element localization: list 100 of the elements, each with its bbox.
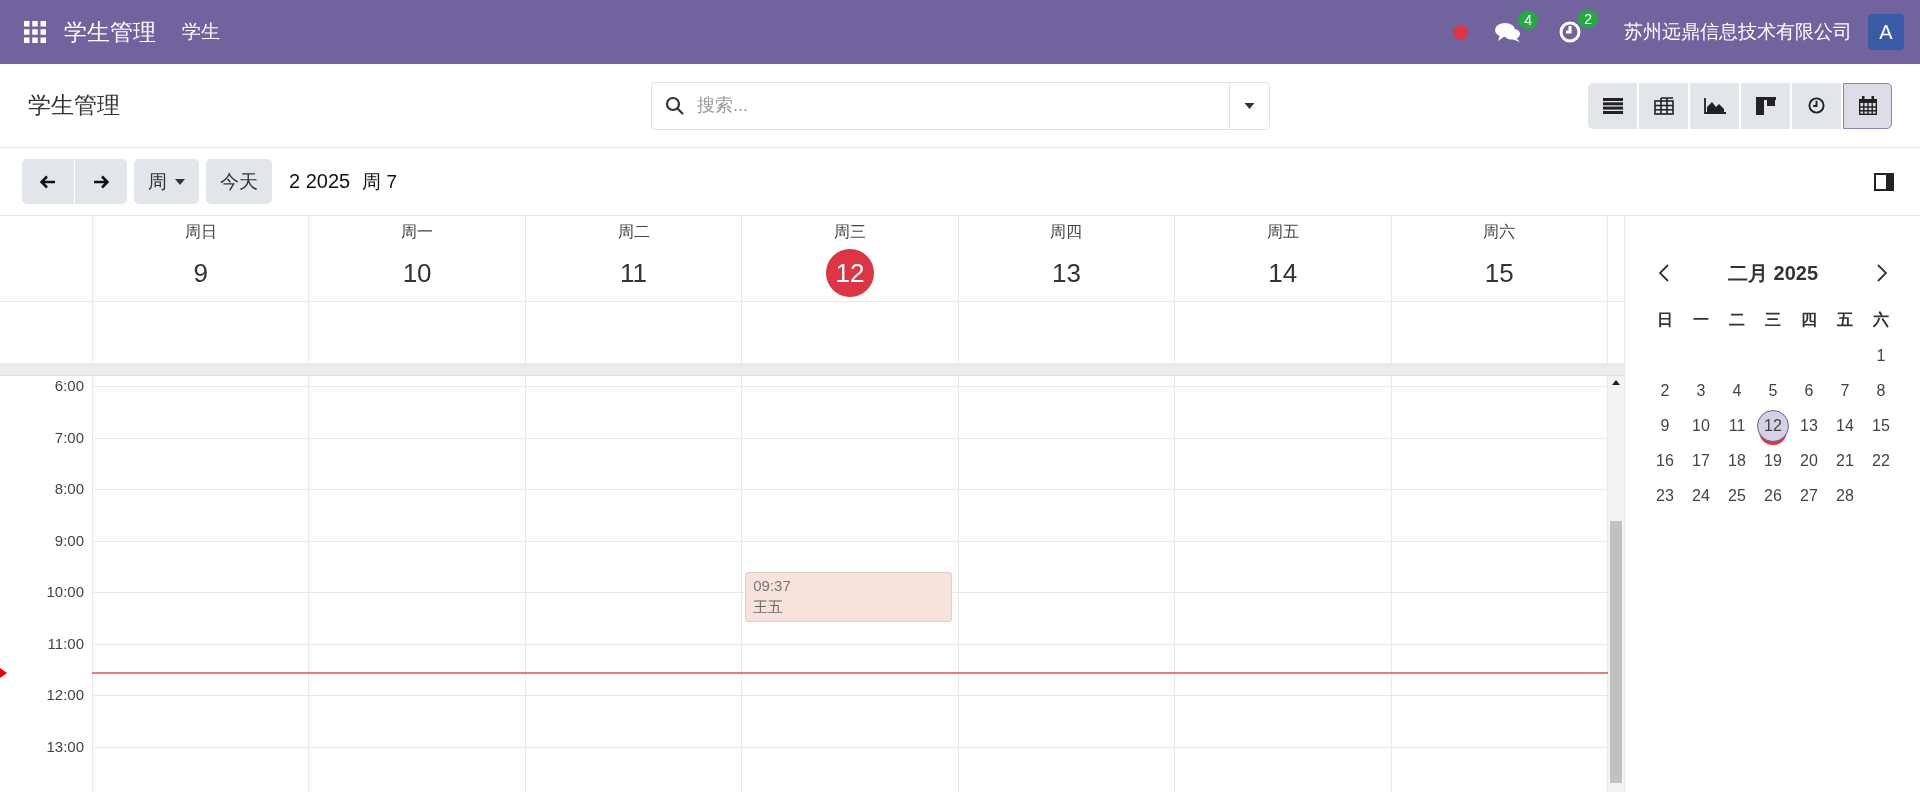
weekday-label: 周四 <box>1050 222 1083 242</box>
day-number: 9 <box>192 256 209 290</box>
calendar-day[interactable]: 13 <box>1793 409 1825 442</box>
area-chart-icon <box>1703 97 1726 114</box>
weekday-label: 周三 <box>833 222 866 242</box>
weekday-label: 周五 <box>1266 222 1299 242</box>
clock-icon <box>1808 97 1825 114</box>
calendar-day[interactable]: 18 <box>1721 444 1753 477</box>
search-field[interactable]: 搜索... <box>695 94 1229 117</box>
sidebar-toggle-icon[interactable] <box>1874 172 1894 191</box>
event-title: 王五 <box>753 598 784 618</box>
weekday-label: 周日 <box>184 222 217 242</box>
hour-label: 11:00 <box>47 634 84 652</box>
weekday-header: 日 <box>1656 310 1674 330</box>
previous-button[interactable] <box>22 159 74 204</box>
hour-label: 7:00 <box>54 428 84 446</box>
search-bar[interactable]: 搜索... <box>651 81 1270 130</box>
day-number: 11 <box>619 256 649 290</box>
calendar-event[interactable]: 09:37 王五 <box>745 572 952 623</box>
message-count-badge: 4 <box>1518 11 1538 29</box>
calendar-day[interactable]: 17 <box>1685 444 1717 477</box>
chat-icon[interactable] <box>1494 21 1522 43</box>
weekday-header: 四 <box>1800 310 1818 330</box>
company-name[interactable]: 苏州远鼎信息技术有限公司 <box>1624 19 1852 45</box>
day-number: 10 <box>401 256 433 290</box>
apps-menu-icon[interactable] <box>24 21 46 43</box>
activity-count-badge: 2 <box>1578 10 1598 28</box>
calendar-day[interactable]: 6 <box>1793 374 1825 407</box>
caret-icon <box>175 178 185 185</box>
clock-icon[interactable] <box>1558 20 1582 44</box>
weekday-header: 三 <box>1764 310 1782 330</box>
calendar-day[interactable]: 20 <box>1793 444 1825 477</box>
date-range: 2 2025 <box>289 170 351 193</box>
hour-label: 8:00 <box>54 480 84 497</box>
search-icon <box>665 95 685 116</box>
weekday-header: 六 <box>1872 310 1890 330</box>
weekday-header: 五 <box>1836 310 1854 330</box>
hour-label: 13:00 <box>46 737 84 755</box>
weekday-label: 周二 <box>617 222 650 242</box>
activity-view-button[interactable] <box>1792 82 1841 129</box>
hour-label: 6:00 <box>54 377 84 394</box>
day-number: 12 <box>825 249 874 297</box>
kanban-view-button[interactable] <box>1741 82 1790 129</box>
day-number: 13 <box>1050 256 1082 290</box>
calendar-day[interactable]: 8 <box>1865 374 1897 407</box>
calendar-day[interactable]: 15 <box>1865 409 1897 442</box>
calendar-day[interactable]: 14 <box>1829 409 1861 442</box>
calendar-day[interactable]: 22 <box>1865 444 1897 477</box>
app-title[interactable]: 学生管理 <box>64 16 156 48</box>
weekday-label: 周六 <box>1483 222 1516 242</box>
calendar-day[interactable]: 1 <box>1865 339 1897 372</box>
weekday-label: 周一 <box>401 222 434 242</box>
table-icon <box>1653 96 1674 115</box>
list-view-button[interactable] <box>1588 82 1637 129</box>
left-arrow-icon <box>40 174 56 189</box>
calendar-day[interactable]: 4 <box>1721 374 1753 407</box>
hour-label: 12:00 <box>46 686 84 703</box>
calendar-day[interactable]: 9 <box>1649 409 1681 442</box>
calendar-view-button[interactable] <box>1843 82 1892 129</box>
hour-label: 9:00 <box>54 531 84 549</box>
month-title: 二月 2025 <box>1727 260 1819 286</box>
caret-icon <box>1244 102 1255 109</box>
calendar-day[interactable]: 24 <box>1685 479 1717 512</box>
next-month-icon[interactable] <box>1877 264 1887 282</box>
calendar-day[interactable]: 12 <box>1757 409 1789 442</box>
calendar-day[interactable]: 19 <box>1757 444 1789 477</box>
weekday-header: 一 <box>1692 310 1710 330</box>
calendar-icon <box>1858 96 1877 115</box>
calendar-day[interactable]: 26 <box>1757 479 1789 512</box>
calendar-day[interactable]: 25 <box>1721 479 1753 512</box>
calendar-day[interactable]: 5 <box>1757 374 1789 407</box>
weekday-header: 二 <box>1728 310 1746 330</box>
previous-month-icon[interactable] <box>1659 264 1669 282</box>
pivot-view-button[interactable] <box>1639 82 1688 129</box>
scroll-up-arrow-icon[interactable] <box>1611 380 1620 385</box>
week-number: 周 7 <box>362 169 398 194</box>
list-icon <box>1602 97 1623 114</box>
day-number: 15 <box>1483 256 1515 290</box>
calendar-day[interactable]: 11 <box>1721 409 1753 442</box>
calendar-day[interactable]: 3 <box>1685 374 1717 407</box>
menu-item[interactable]: 学生 <box>182 19 220 45</box>
day-number: 14 <box>1267 256 1299 290</box>
calendar-day[interactable]: 28 <box>1829 479 1861 512</box>
event-time: 09:37 <box>753 577 791 595</box>
calendar-day[interactable]: 23 <box>1649 479 1681 512</box>
graph-view-button[interactable] <box>1690 82 1739 129</box>
calendar-day[interactable]: 10 <box>1685 409 1717 442</box>
calendar-day[interactable]: 2 <box>1649 374 1681 407</box>
scale-dropdown[interactable]: 周 <box>134 159 199 204</box>
today-button[interactable]: 今天 <box>206 159 272 204</box>
calendar-day[interactable]: 27 <box>1793 479 1825 512</box>
calendar-day[interactable]: 7 <box>1829 374 1861 407</box>
kanban-icon <box>1755 96 1776 115</box>
hour-label: 10:00 <box>46 583 84 600</box>
calendar-day[interactable]: 21 <box>1829 444 1861 477</box>
user-avatar[interactable]: A <box>1868 14 1904 50</box>
next-button[interactable] <box>75 159 127 204</box>
calendar-day[interactable]: 16 <box>1649 444 1681 477</box>
right-arrow-icon <box>93 174 109 189</box>
page-title: 学生管理 <box>28 91 121 120</box>
